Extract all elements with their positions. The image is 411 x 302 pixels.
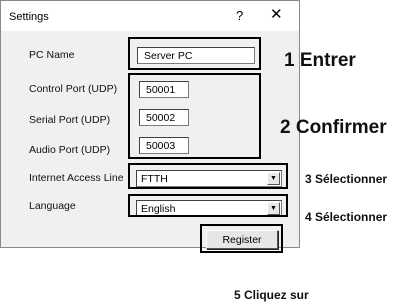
highlight-box-register bbox=[200, 224, 283, 253]
highlight-box-internet-access-line bbox=[128, 163, 288, 189]
close-icon[interactable]: ✕ bbox=[270, 5, 283, 23]
internet-access-line-label: Internet Access Line bbox=[29, 172, 124, 184]
annotation-step-1: 1 Entrer bbox=[284, 50, 356, 71]
control-port-label: Control Port (UDP) bbox=[29, 83, 118, 95]
help-button[interactable]: ? bbox=[236, 8, 243, 23]
serial-port-label: Serial Port (UDP) bbox=[29, 114, 111, 126]
highlight-box-pc-name bbox=[128, 37, 261, 70]
annotation-step-4: 4 Sélectionner bbox=[305, 210, 388, 224]
highlight-box-ports bbox=[128, 73, 261, 159]
annotation-step-3: 3 Sélectionner bbox=[305, 172, 388, 186]
pc-name-label: PC Name bbox=[29, 49, 75, 61]
title-bar: Settings ? ✕ bbox=[1, 1, 299, 31]
dialog-title: Settings bbox=[9, 11, 49, 23]
highlight-box-language bbox=[128, 194, 288, 217]
language-label: Language bbox=[29, 200, 76, 212]
annotation-step-5: 5 Cliquez sur bbox=[234, 288, 309, 302]
audio-port-label: Audio Port (UDP) bbox=[29, 144, 111, 156]
annotation-step-2: 2 Confirmer bbox=[280, 117, 387, 138]
